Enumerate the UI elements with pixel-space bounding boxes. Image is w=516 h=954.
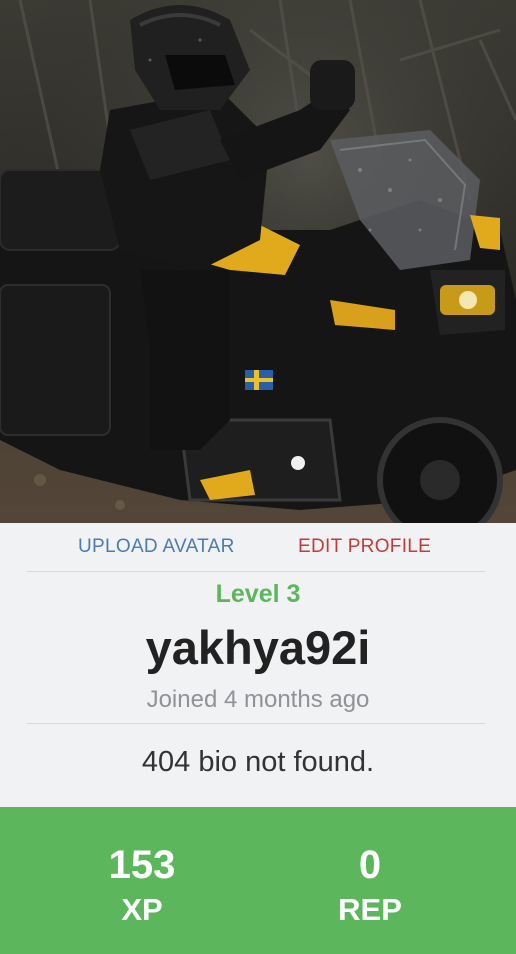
user-bio: 404 bio not found. xyxy=(141,746,375,778)
edit-profile-button[interactable]: EDIT PROFILE xyxy=(298,536,431,558)
joined-date: Joined 4 months ago xyxy=(146,686,370,713)
avatar[interactable] xyxy=(0,0,516,523)
xp-value: 153 xyxy=(108,843,176,887)
stats-band: 153 XP 0 REP xyxy=(0,807,516,954)
user-level: Level 3 xyxy=(215,580,301,608)
rep-stat: 0 REP xyxy=(241,807,499,954)
rep-value: 0 xyxy=(358,843,382,887)
divider xyxy=(27,723,485,724)
profile-actions: UPLOAD AVATAR EDIT PROFILE xyxy=(27,523,485,572)
username: yakhya92i xyxy=(145,621,371,674)
upload-avatar-button[interactable]: UPLOAD AVATAR xyxy=(78,536,235,558)
avatar-photo xyxy=(0,0,516,523)
profile-card: UPLOAD AVATAR EDIT PROFILE Level 3 yakhy… xyxy=(0,0,516,954)
xp-label: XP xyxy=(121,892,163,927)
xp-stat: 153 XP xyxy=(13,807,271,954)
rep-label: REP xyxy=(338,892,402,927)
